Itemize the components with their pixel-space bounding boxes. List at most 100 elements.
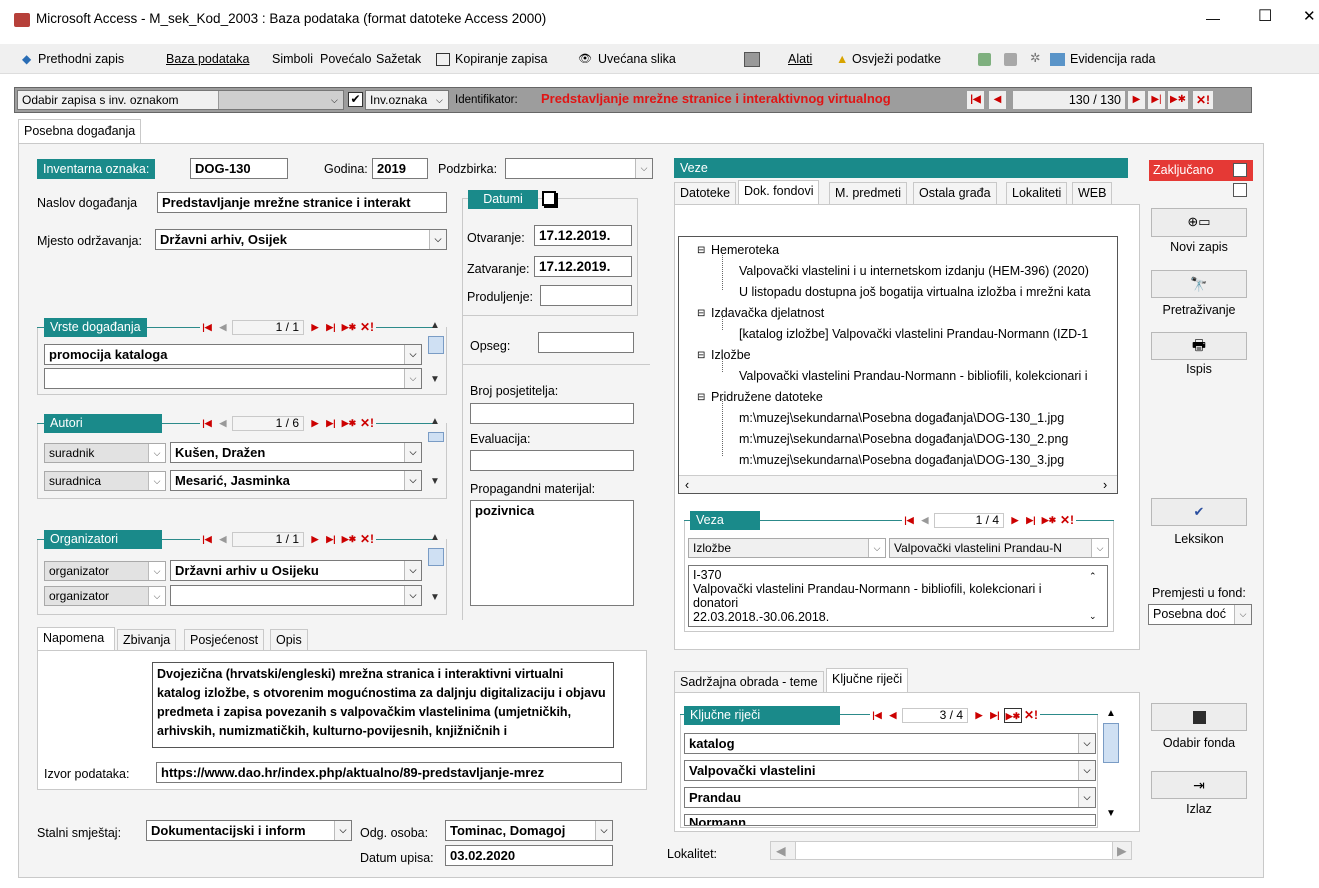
tab-posjecenost[interactable]: Posjećenost — [184, 629, 265, 651]
chevron-down-icon[interactable]: ⌵ — [1078, 761, 1095, 780]
tool-icon-2[interactable] — [1004, 53, 1017, 66]
zatvaranje-field[interactable]: 17.12.2019. — [534, 256, 632, 277]
otvaranje-field[interactable]: 17.12.2019. — [534, 225, 632, 246]
upis-field[interactable]: 03.02.2020 — [445, 845, 613, 866]
next-icon[interactable]: ▶ — [308, 532, 322, 547]
lokalitet-scroll[interactable]: ◀ ▶ — [770, 841, 1132, 860]
scroll-up-icon[interactable]: ▲ — [430, 414, 440, 430]
vrste-item[interactable]: promocija kataloga ⌵ — [44, 344, 422, 365]
tab-napomena[interactable]: Napomena — [37, 627, 115, 651]
delete-record-icon[interactable]: ✕! — [1193, 91, 1213, 109]
tab-web[interactable]: WEB — [1072, 182, 1113, 204]
delete-icon[interactable]: ✕! — [360, 416, 374, 431]
menu-evidencija-rada[interactable]: Evidencija rada — [1070, 51, 1155, 67]
scroll-right-icon[interactable]: › — [1103, 477, 1107, 493]
chevron-down-icon[interactable]: ⌵ — [334, 821, 351, 840]
tree-leaf[interactable]: U listopadu dostupna još bogatija virtua… — [739, 284, 1091, 300]
delete-icon[interactable]: ✕! — [1060, 513, 1074, 528]
new-icon[interactable]: ▶✱ — [1040, 513, 1058, 528]
tree-toggle-icon[interactable]: ⊟ — [697, 390, 705, 406]
mjesto-select[interactable]: Državni arhiv, Osijek ⌵ — [155, 229, 447, 250]
last-record-icon[interactable]: ▶| — [1148, 91, 1165, 109]
org-name-select[interactable]: Državni arhiv u Osijeku ⌵ — [170, 560, 422, 581]
veza-value-select[interactable]: Valpovački vlastelini Prandau-N ⌵ — [889, 538, 1109, 558]
chevron-down-icon[interactable]: ⌵ — [429, 230, 446, 249]
premjesti-select[interactable]: Posebna doć ⌵ — [1148, 604, 1252, 625]
tab-m-predmeti[interactable]: M. predmeti — [829, 182, 907, 204]
broj-field[interactable] — [470, 403, 634, 424]
autor-role-select[interactable]: suradnica ⌵ — [44, 471, 166, 491]
chevron-down-icon[interactable]: ⌵ — [595, 821, 612, 840]
izvor-field[interactable]: https://www.dao.hr/index.php/aktualno/89… — [156, 762, 622, 783]
inv-dropdown[interactable]: Inv.oznaka ⌵ — [365, 90, 449, 110]
next-icon[interactable]: ▶ — [972, 708, 986, 723]
delete-icon[interactable]: ✕! — [360, 320, 374, 335]
calculator-icon[interactable] — [744, 52, 760, 67]
autor-role-select[interactable]: suradnik ⌵ — [44, 443, 166, 463]
first-icon[interactable]: |◀ — [200, 532, 214, 547]
scroll-thumb[interactable] — [428, 432, 444, 442]
tab-zbivanja[interactable]: Zbivanja — [117, 629, 177, 651]
record-select-input[interactable] — [218, 91, 343, 109]
scroll-down-icon[interactable]: ⌄ — [1089, 608, 1097, 624]
scroll-down-icon[interactable]: ▼ — [430, 372, 440, 388]
tab-posebna-dogadanja[interactable]: Posebna događanja — [18, 119, 142, 143]
podzbirka-select[interactable]: ⌵ — [505, 158, 653, 179]
tab-ostala-grada[interactable]: Ostala građa — [913, 182, 997, 204]
delete-icon[interactable]: ✕! — [360, 532, 374, 547]
last-icon[interactable]: ▶| — [324, 320, 338, 335]
inv-field[interactable]: DOG-130 — [190, 158, 288, 179]
menu-baza-podataka[interactable]: Baza podataka — [166, 51, 249, 67]
menu-uvecana-slika[interactable]: Uvećana slika — [598, 51, 676, 67]
scroll-right-icon[interactable]: ▶ — [1117, 843, 1127, 859]
scroll-up-icon[interactable]: ▲ — [1106, 706, 1116, 722]
tab-datoteke[interactable]: Datoteke — [674, 182, 737, 204]
naslov-field[interactable]: Predstavljanje mrežne stranice i interak… — [157, 192, 447, 213]
chevron-down-icon[interactable]: ⌵ — [868, 539, 885, 557]
tree-toggle-icon[interactable]: ⊟ — [697, 243, 705, 259]
tree-toggle-icon[interactable]: ⊟ — [697, 348, 705, 364]
chevron-down-icon[interactable]: ⌵ — [404, 586, 421, 605]
tree-toggle-icon[interactable]: ⊟ — [697, 306, 705, 322]
chevron-down-icon[interactable]: ⌵ — [148, 472, 165, 490]
prev-icon[interactable]: ◀ — [918, 513, 932, 528]
menu-simboli[interactable]: Simboli — [272, 51, 313, 67]
scroll-up-icon[interactable]: ▲ — [430, 318, 440, 334]
close-button[interactable]: ✕ — [1303, 9, 1316, 25]
chevron-down-icon[interactable]: ⌵ — [404, 345, 421, 364]
org-name-select[interactable]: ⌵ — [170, 585, 422, 606]
menu-kopiranje-zapisa[interactable]: Kopiranje zapisa — [455, 51, 547, 67]
menu-prethodni-zapis[interactable]: Prethodni zapis — [38, 51, 124, 67]
tree-leaf[interactable]: m:\muzej\sekundarna\Posebna događanja\DO… — [739, 452, 1064, 468]
new-record-icon[interactable]: ▶✱ — [1168, 91, 1188, 109]
prev-icon[interactable]: ◀ — [886, 708, 900, 723]
zakljucano-checkbox[interactable] — [1233, 163, 1247, 177]
next-icon[interactable]: ▶ — [308, 416, 322, 431]
menu-sazetak[interactable]: Sažetak — [376, 51, 421, 67]
maximize-button[interactable]: ☐ — [1258, 9, 1272, 25]
calendar-icon[interactable] — [542, 191, 556, 206]
settings-icon[interactable]: ✲ — [1030, 50, 1040, 66]
scroll-up-icon[interactable]: ⌃ — [1089, 568, 1097, 584]
odabir-fonda-button[interactable] — [1151, 703, 1247, 731]
tab-sadrzajna-obrada[interactable]: Sadržajna obrada - teme — [674, 671, 824, 693]
scroll-left-icon[interactable]: ‹ — [685, 477, 689, 493]
opseg-field[interactable] — [538, 332, 634, 353]
tree-node[interactable]: Pridružene datoteke — [711, 389, 823, 405]
kljucna-rijec-select[interactable]: Valpovački vlastelini ⌵ — [684, 760, 1096, 781]
new-icon[interactable]: ▶✱ — [340, 532, 358, 547]
first-icon[interactable]: |◀ — [200, 320, 214, 335]
tree-node[interactable]: Izdavačka djelatnost — [711, 305, 824, 321]
prev-icon[interactable]: ◀ — [216, 416, 230, 431]
tree-hscroll[interactable]: ‹ › — [679, 475, 1117, 493]
tree-leaf[interactable]: m:\muzej\sekundarna\Posebna događanja\DO… — [739, 410, 1064, 426]
first-icon[interactable]: |◀ — [902, 513, 916, 528]
veze-tree[interactable]: ⊟ Hemeroteka Valpovački vlastelini i u i… — [678, 236, 1118, 494]
last-icon[interactable]: ▶| — [1024, 513, 1038, 528]
prev-record-icon[interactable]: ◀ — [989, 91, 1006, 109]
chevron-down-icon[interactable]: ⌵ — [635, 159, 652, 178]
scroll-up-icon[interactable]: ▲ — [430, 530, 440, 546]
scroll-left-icon[interactable]: ◀ — [776, 843, 786, 859]
autor-name-select[interactable]: Kušen, Dražen ⌵ — [170, 442, 422, 463]
leksikon-button[interactable]: ✔ — [1151, 498, 1247, 526]
